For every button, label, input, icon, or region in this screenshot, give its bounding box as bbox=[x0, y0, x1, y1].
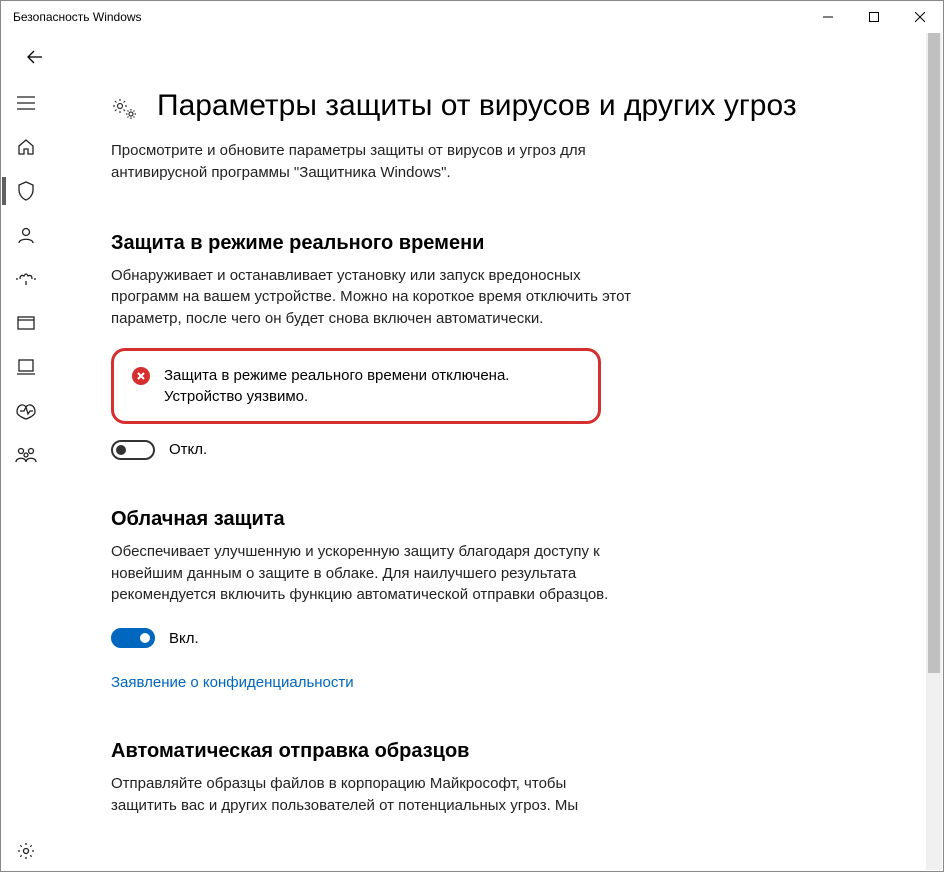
samples-title: Автоматическая отправка образцов bbox=[111, 740, 631, 763]
realtime-toggle[interactable] bbox=[111, 440, 155, 460]
titlebar: Безопасность Windows bbox=[1, 1, 943, 33]
scrollbar-thumb[interactable] bbox=[928, 33, 940, 673]
page-title: Параметры защиты от вирусов и других угр… bbox=[157, 87, 797, 125]
samples-desc: Отправляйте образцы файлов в корпорацию … bbox=[111, 773, 631, 817]
close-button[interactable] bbox=[897, 1, 943, 33]
minimize-button[interactable] bbox=[805, 1, 851, 33]
nav-app-browser[interactable] bbox=[2, 303, 50, 343]
back-row bbox=[1, 33, 943, 81]
section-cloud: Облачная защита Обеспечивает улучшенную … bbox=[111, 508, 631, 692]
content-area: Параметры защиты от вирусов и других угр… bbox=[51, 81, 943, 871]
nav-home[interactable] bbox=[2, 127, 50, 167]
nav-family[interactable] bbox=[2, 435, 50, 475]
nav-device-security[interactable] bbox=[2, 347, 50, 387]
privacy-link[interactable]: Заявление о конфиденциальности bbox=[111, 674, 354, 691]
cloud-desc: Обеспечивает улучшенную и ускоренную защ… bbox=[111, 541, 631, 606]
cloud-toggle[interactable] bbox=[111, 628, 155, 648]
page-description: Просмотрите и обновите параметры защиты … bbox=[111, 140, 611, 184]
realtime-alert-text: Защита в режиме реального времени отключ… bbox=[164, 365, 580, 407]
nav-account[interactable] bbox=[2, 215, 50, 255]
section-samples: Автоматическая отправка образцов Отправл… bbox=[111, 740, 631, 817]
nav-settings[interactable] bbox=[2, 831, 50, 871]
window-controls bbox=[805, 1, 943, 33]
cloud-toggle-label: Вкл. bbox=[169, 630, 199, 647]
window-title: Безопасность Windows bbox=[13, 10, 142, 24]
realtime-desc: Обнаруживает и останавливает установку и… bbox=[111, 265, 631, 330]
nav-virus-protection[interactable] bbox=[2, 171, 50, 211]
nav-firewall[interactable] bbox=[2, 259, 50, 299]
nav-rail bbox=[1, 81, 51, 871]
gears-icon bbox=[111, 97, 139, 126]
vertical-scrollbar[interactable] bbox=[926, 33, 942, 870]
realtime-title: Защита в режиме реального времени bbox=[111, 232, 631, 255]
realtime-alert: Защита в режиме реального времени отключ… bbox=[111, 348, 601, 424]
error-icon bbox=[132, 367, 150, 385]
cloud-title: Облачная защита bbox=[111, 508, 631, 531]
menu-button[interactable] bbox=[2, 83, 50, 123]
maximize-button[interactable] bbox=[851, 1, 897, 33]
back-button[interactable] bbox=[23, 45, 47, 69]
section-realtime: Защита в режиме реального времени Обнару… bbox=[111, 232, 631, 460]
realtime-toggle-label: Откл. bbox=[169, 441, 207, 458]
nav-device-performance[interactable] bbox=[2, 391, 50, 431]
